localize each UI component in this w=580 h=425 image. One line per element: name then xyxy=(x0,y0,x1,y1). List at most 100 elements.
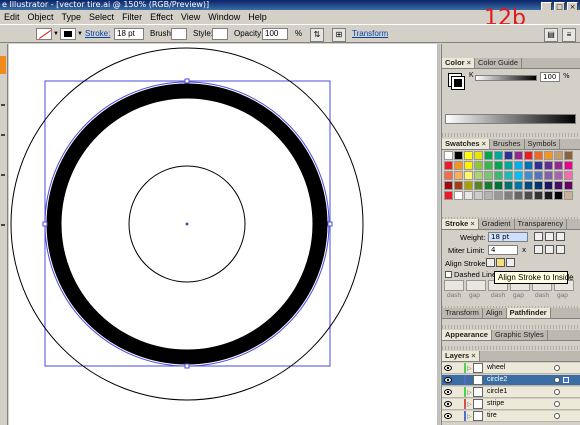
swatch-color[interactable] xyxy=(454,171,463,180)
selection-square[interactable] xyxy=(563,413,569,419)
tab-symbols[interactable]: Symbols xyxy=(525,139,561,149)
swatch-color[interactable] xyxy=(464,151,473,160)
fill-none-swatch[interactable] xyxy=(36,28,52,40)
align-icon[interactable]: ⊞ xyxy=(332,28,346,42)
miter-join-icon[interactable] xyxy=(534,245,543,254)
menu-effect[interactable]: Effect xyxy=(146,11,177,24)
swatch-color[interactable] xyxy=(534,151,543,160)
selection-square[interactable] xyxy=(563,365,569,371)
swatch-color[interactable] xyxy=(464,171,473,180)
target-circle-icon[interactable] xyxy=(554,365,560,371)
swatch-color[interactable] xyxy=(514,171,523,180)
lock-toggle[interactable] xyxy=(454,412,461,420)
swatch-color[interactable] xyxy=(484,181,493,190)
swatch-color[interactable] xyxy=(444,161,453,170)
swatch-color[interactable] xyxy=(564,161,573,170)
swatch-color[interactable] xyxy=(454,181,463,190)
selection-square[interactable] xyxy=(563,377,569,383)
swatch-color[interactable] xyxy=(494,181,503,190)
stroke-weight-field[interactable]: 18 pt xyxy=(114,28,144,40)
square-cap-icon[interactable] xyxy=(556,232,565,241)
selection-square[interactable] xyxy=(563,401,569,407)
tab-brushes[interactable]: Brushes xyxy=(490,139,525,149)
round-cap-icon[interactable] xyxy=(545,232,554,241)
panel-grip[interactable] xyxy=(442,133,580,137)
stroke-dropdown-icon[interactable]: ▼ xyxy=(76,28,84,40)
expand-triangle-icon[interactable]: ▷ xyxy=(467,376,472,386)
swatch-color[interactable] xyxy=(474,161,483,170)
swatch-color[interactable] xyxy=(484,171,493,180)
round-join-icon[interactable] xyxy=(545,245,554,254)
swatch-color[interactable] xyxy=(444,151,453,160)
swatch-color[interactable] xyxy=(454,161,463,170)
swatch-color[interactable] xyxy=(564,151,573,160)
visibility-eye-icon[interactable] xyxy=(444,401,452,407)
tab-transparency[interactable]: Transparency xyxy=(515,219,568,229)
dashed-line-checkbox[interactable] xyxy=(445,271,452,278)
swatch-color[interactable] xyxy=(514,191,523,200)
stroke-label[interactable]: Stroke: xyxy=(85,28,110,40)
swatch-color[interactable] xyxy=(514,161,523,170)
menu-view[interactable]: View xyxy=(177,11,204,24)
menu-help[interactable]: Help xyxy=(244,11,271,24)
swatch-color[interactable] xyxy=(494,151,503,160)
swatch-color[interactable] xyxy=(504,181,513,190)
tab-stroke[interactable]: Stroke × xyxy=(442,219,479,229)
swatch-color[interactable] xyxy=(554,191,563,200)
swatch-color[interactable] xyxy=(474,191,483,200)
swatch-color[interactable] xyxy=(444,171,453,180)
dash-field[interactable] xyxy=(466,280,486,291)
minimize-button[interactable]: _ xyxy=(541,2,552,10)
swatch-color[interactable] xyxy=(504,151,513,160)
swatch-color[interactable] xyxy=(474,171,483,180)
target-circle-icon[interactable] xyxy=(554,389,560,395)
swatch-color[interactable] xyxy=(534,181,543,190)
panel-grip[interactable] xyxy=(442,346,580,350)
align-outside-icon[interactable] xyxy=(506,258,515,267)
swatch-color[interactable] xyxy=(514,151,523,160)
swatch-color[interactable] xyxy=(544,161,553,170)
artboard-canvas[interactable] xyxy=(9,44,437,425)
swatch-color[interactable] xyxy=(494,191,503,200)
menu-filter[interactable]: Filter xyxy=(118,11,146,24)
layer-row[interactable]: ▷ circle2 xyxy=(442,375,580,386)
swatch-color[interactable] xyxy=(474,181,483,190)
swatch-color[interactable] xyxy=(484,151,493,160)
swatch-color[interactable] xyxy=(524,161,533,170)
canvas-scrollbar[interactable] xyxy=(437,44,440,425)
layer-row[interactable]: ▷ tire xyxy=(442,411,580,422)
swatch-color[interactable] xyxy=(544,151,553,160)
align-center-icon[interactable] xyxy=(486,258,495,267)
swatch-color[interactable] xyxy=(474,151,483,160)
swatch-color[interactable] xyxy=(544,181,553,190)
maximize-button[interactable]: □ xyxy=(554,2,565,10)
swatch-color[interactable] xyxy=(554,151,563,160)
visibility-eye-icon[interactable] xyxy=(444,365,452,371)
tab-color[interactable]: Color × xyxy=(442,58,475,68)
lock-toggle[interactable] xyxy=(454,376,461,384)
selection-square[interactable] xyxy=(563,389,569,395)
swatch-color[interactable] xyxy=(444,191,453,200)
swatch-color[interactable] xyxy=(524,151,533,160)
tab-swatches[interactable]: Swatches × xyxy=(442,139,490,149)
workspace-icon[interactable]: ▤ xyxy=(544,28,558,42)
tab-appearance[interactable]: Appearance xyxy=(442,330,492,340)
target-circle-icon[interactable] xyxy=(554,377,560,383)
swatch-color[interactable] xyxy=(554,161,563,170)
dash-field[interactable] xyxy=(444,280,464,291)
layer-row[interactable]: ▷ circle1 xyxy=(442,387,580,398)
lock-toggle[interactable] xyxy=(454,388,461,396)
swatch-color[interactable] xyxy=(544,191,553,200)
layer-row[interactable]: ▷ wheel xyxy=(442,363,580,374)
swatch-color[interactable] xyxy=(564,191,573,200)
lock-toggle[interactable] xyxy=(454,364,461,372)
swatch-color[interactable] xyxy=(464,161,473,170)
recolor-icon[interactable]: ⇅ xyxy=(310,28,324,42)
menu-edit[interactable]: Edit xyxy=(0,11,24,24)
swatch-color[interactable] xyxy=(504,171,513,180)
fill-dropdown-icon[interactable]: ▼ xyxy=(52,28,60,40)
color-spectrum[interactable] xyxy=(445,114,576,124)
swatch-color[interactable] xyxy=(444,181,453,190)
menu-select[interactable]: Select xyxy=(85,11,118,24)
expand-triangle-icon[interactable]: ▷ xyxy=(467,388,472,398)
